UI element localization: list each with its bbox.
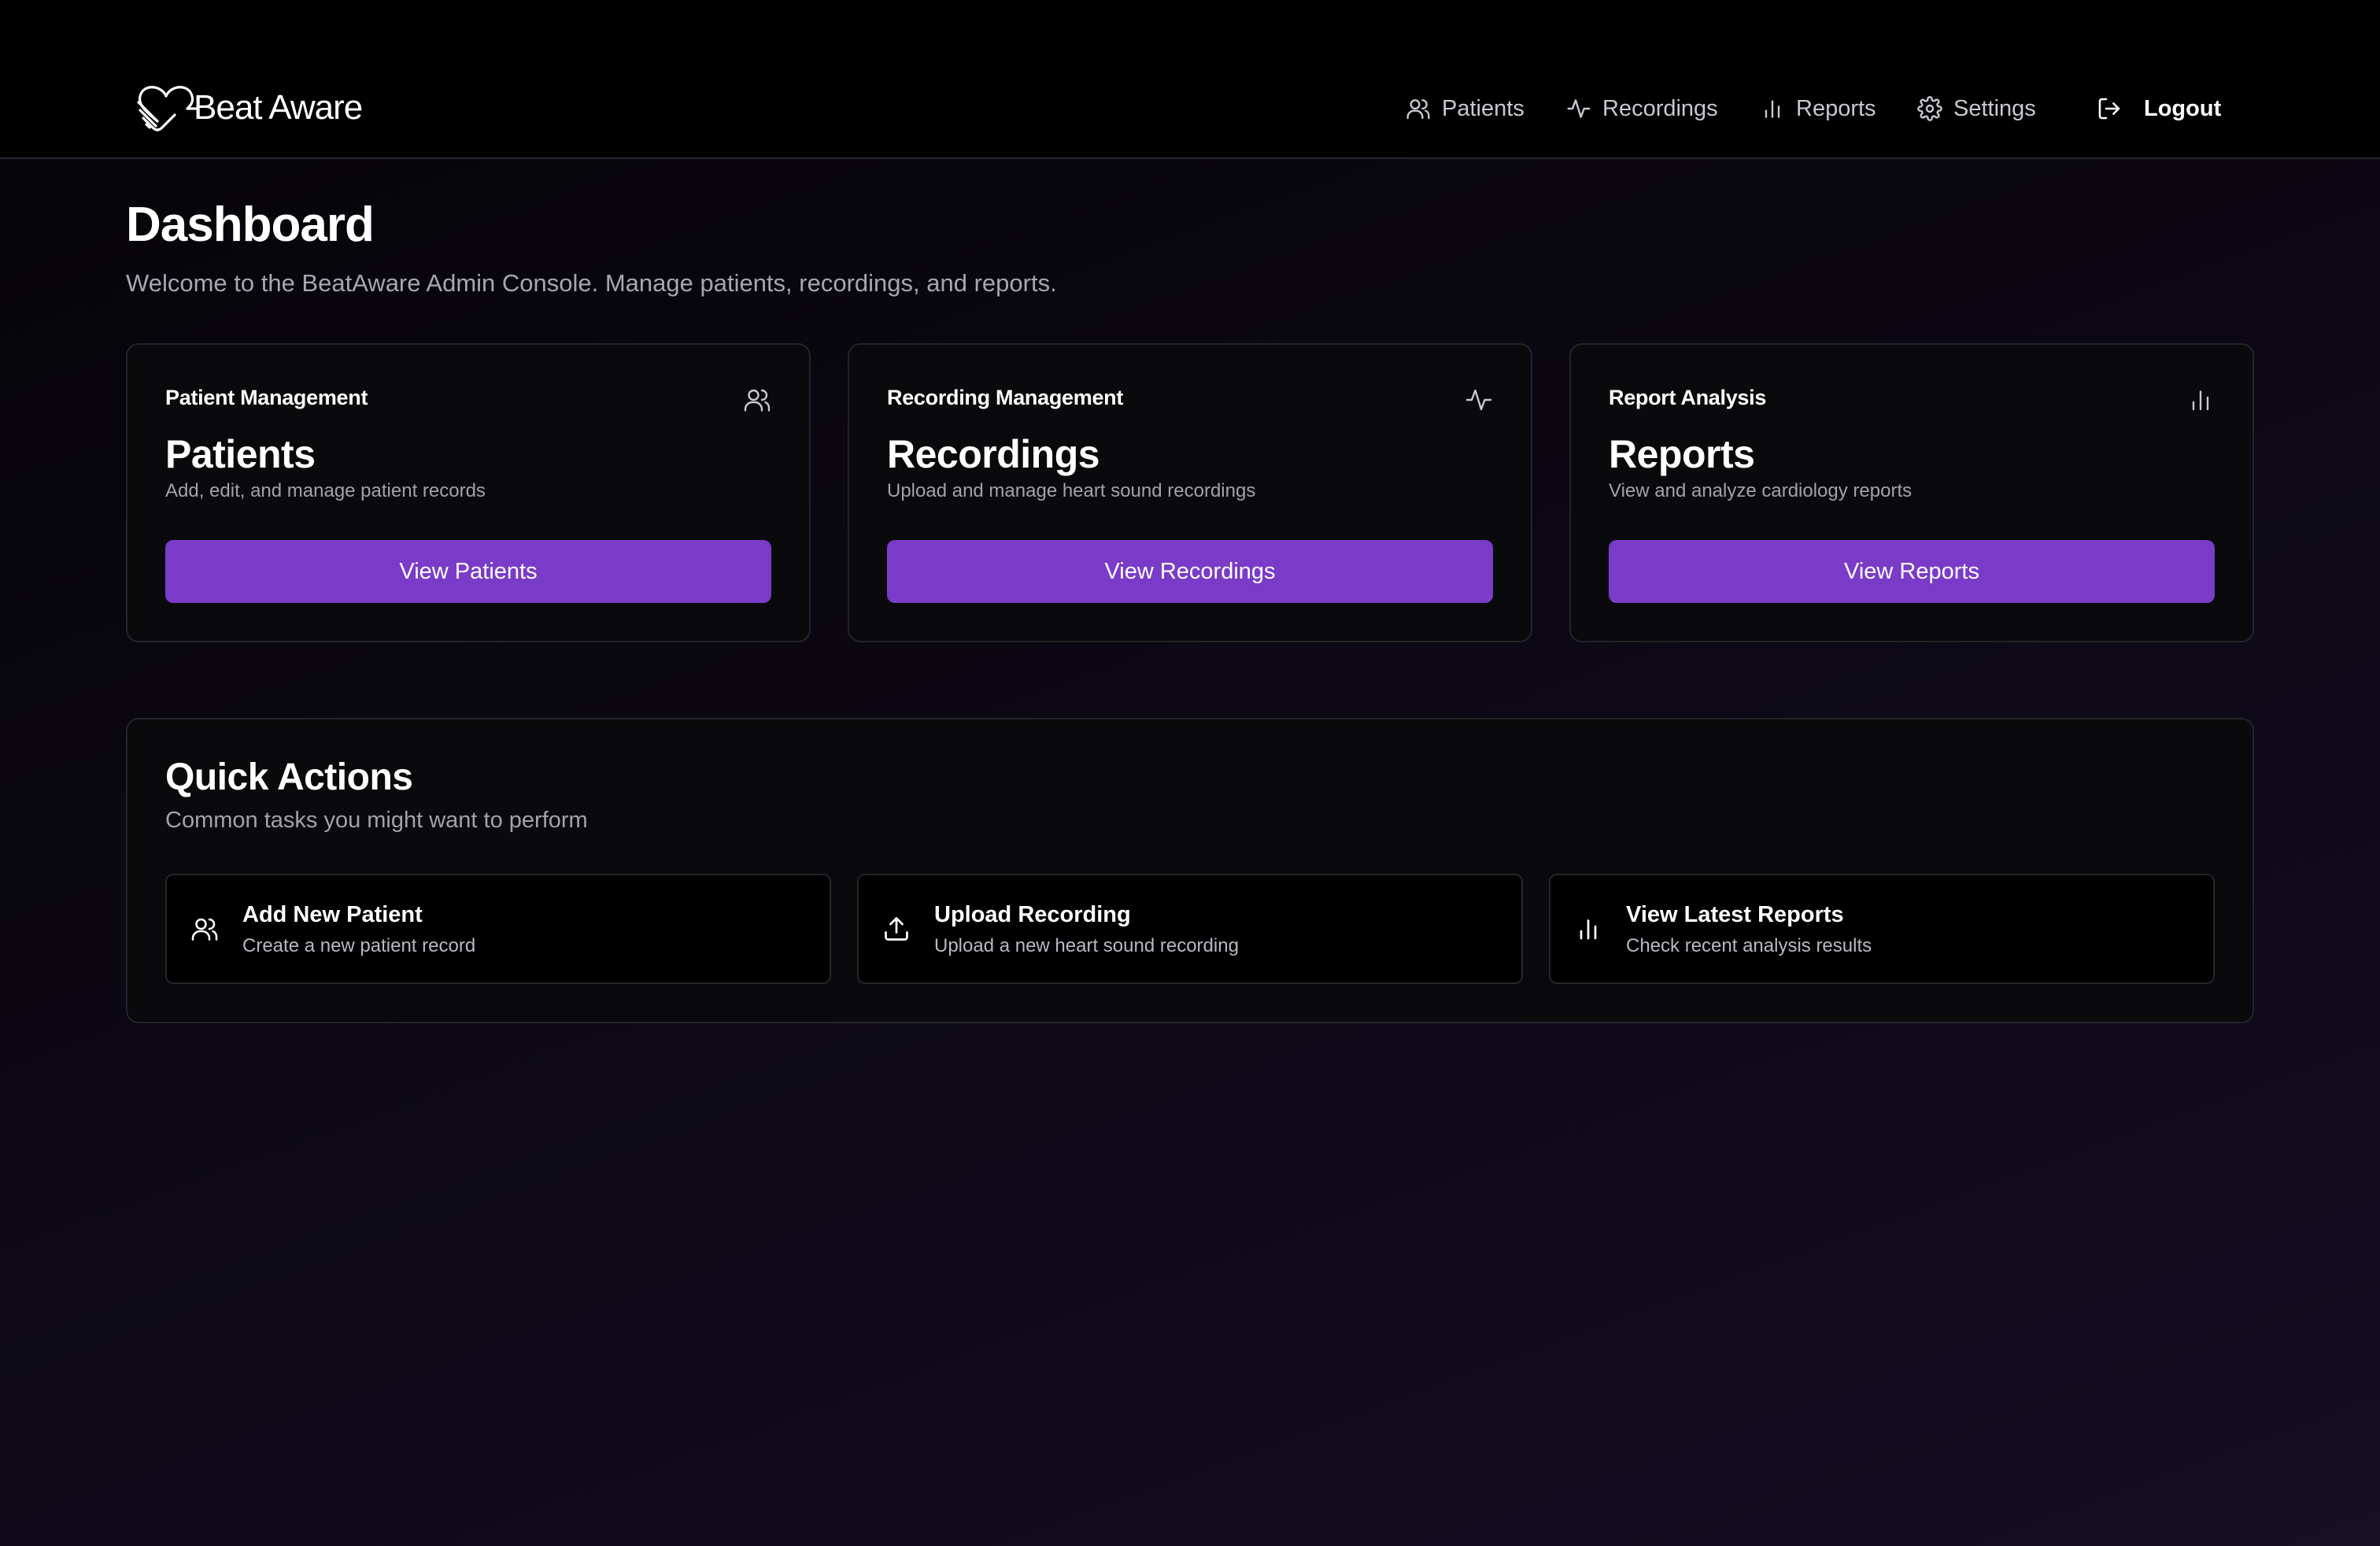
nav-label-patients: Patients xyxy=(1442,95,1524,121)
page-title: Dashboard xyxy=(126,198,375,252)
main-nav: Patients Recordings Reports Settings Log… xyxy=(0,88,2380,129)
logout-label: Logout xyxy=(2144,95,2222,121)
action-title: View Latest Reports xyxy=(1626,902,1844,927)
upload-recording-action[interactable]: Upload Recording Upload a new heart soun… xyxy=(857,874,1523,984)
card-report-analysis: Report Analysis Reports View and analyze… xyxy=(1569,343,2254,642)
logout-button[interactable]: Logout xyxy=(2097,88,2221,129)
action-title: Upload Recording xyxy=(934,902,1131,927)
activity-icon xyxy=(1567,99,1591,118)
nav-item-patients[interactable]: Patients xyxy=(1406,88,1524,129)
users-icon xyxy=(744,389,771,412)
view-patients-button[interactable]: View Patients xyxy=(165,540,771,603)
view-recordings-button[interactable]: View Recordings xyxy=(887,540,1493,603)
nav-label-reports: Reports xyxy=(1796,95,1876,121)
bar-chart-icon xyxy=(1580,919,1597,940)
action-description: Check recent analysis results xyxy=(1626,935,1872,956)
card-title: Recordings xyxy=(887,432,1100,476)
card-title: Patients xyxy=(165,432,316,476)
quick-actions-title: Quick Actions xyxy=(165,756,413,798)
card-description: Upload and manage heart sound recordings xyxy=(887,480,1256,501)
action-description: Create a new patient record xyxy=(242,935,476,956)
logout-icon xyxy=(2098,98,2120,120)
quick-actions-subtitle: Common tasks you might want to perform xyxy=(165,808,588,833)
gear-icon xyxy=(1917,96,1942,121)
upload-icon xyxy=(885,917,908,941)
page-subtitle: Welcome to the BeatAware Admin Console. … xyxy=(126,269,1057,297)
nav-label-settings: Settings xyxy=(1953,95,2036,121)
activity-icon xyxy=(1465,389,1492,411)
card-description: Add, edit, and manage patient records xyxy=(165,480,486,501)
users-icon xyxy=(191,918,218,941)
view-reports-button[interactable]: View Reports xyxy=(1609,540,2215,603)
card-patient-management: Patient Management Patients Add, edit, a… xyxy=(126,343,811,642)
nav-label-recordings: Recordings xyxy=(1602,95,1718,121)
nav-item-reports[interactable]: Reports xyxy=(1760,88,1876,129)
nav-item-settings[interactable]: Settings xyxy=(1917,88,2036,129)
top-navigation-bar: Beat Aware Patients Recordings Reports S… xyxy=(0,0,2380,159)
card-label: Patient Management xyxy=(165,386,368,409)
nav-item-recordings[interactable]: Recordings xyxy=(1566,88,1718,129)
action-title: Add New Patient xyxy=(242,902,423,927)
card-label: Report Analysis xyxy=(1609,386,1767,409)
card-title: Reports xyxy=(1609,432,1755,476)
bar-chart-icon xyxy=(2192,390,2209,411)
action-description: Upload a new heart sound recording xyxy=(934,935,1239,956)
quick-actions-panel: Quick Actions Common tasks you might wan… xyxy=(126,718,2254,1023)
add-new-patient-action[interactable]: Add New Patient Create a new patient rec… xyxy=(165,874,831,984)
card-recording-management: Recording Management Recordings Upload a… xyxy=(848,343,1532,642)
card-label: Recording Management xyxy=(887,386,1124,409)
view-latest-reports-action[interactable]: View Latest Reports Check recent analysi… xyxy=(1549,874,2215,984)
users-icon xyxy=(1406,99,1430,120)
card-description: View and analyze cardiology reports xyxy=(1609,480,1913,501)
bar-chart-icon xyxy=(1765,100,1780,118)
